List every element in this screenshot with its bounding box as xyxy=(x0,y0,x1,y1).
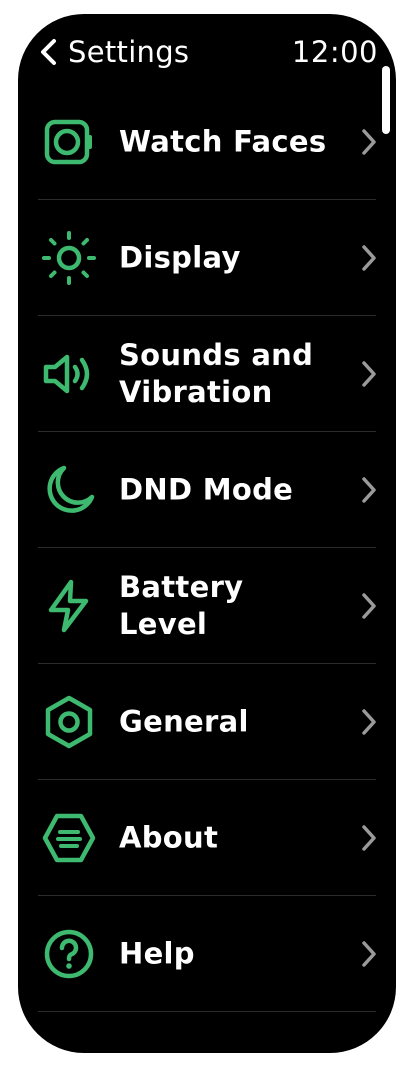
sun-icon xyxy=(42,231,96,285)
settings-item-about[interactable]: About xyxy=(18,780,396,896)
chevron-right-icon xyxy=(360,359,378,389)
settings-item-display[interactable]: Display xyxy=(18,200,396,316)
settings-item-label: Watch Faces xyxy=(119,124,327,159)
settings-item-sounds[interactable]: Sounds and Vibration xyxy=(18,316,396,432)
chevron-right-icon xyxy=(360,127,378,157)
settings-list: Watch Faces Display Sounds and Vibration… xyxy=(18,84,396,1012)
settings-item-battery[interactable]: Battery Level xyxy=(18,548,396,664)
speaker-icon xyxy=(42,347,96,401)
chevron-right-icon xyxy=(360,939,378,969)
chevron-right-icon xyxy=(360,243,378,273)
lightning-icon xyxy=(42,579,96,633)
settings-item-label: DND Mode xyxy=(119,472,294,507)
settings-item-label: General xyxy=(119,704,249,739)
clock: 12:00 xyxy=(291,35,378,69)
question-icon xyxy=(42,927,96,981)
settings-item-help[interactable]: Help xyxy=(18,896,396,1012)
settings-item-label: Help xyxy=(119,936,195,971)
settings-item-watch-faces[interactable]: Watch Faces xyxy=(18,84,396,200)
settings-item-general[interactable]: General xyxy=(18,664,396,780)
settings-item-dnd[interactable]: DND Mode xyxy=(18,432,396,548)
info-lines-icon xyxy=(42,811,96,865)
chevron-right-icon xyxy=(360,591,378,621)
settings-item-label: Sounds and Vibration xyxy=(119,338,314,409)
chevron-right-icon xyxy=(360,707,378,737)
chevron-right-icon xyxy=(360,475,378,505)
settings-item-label: Display xyxy=(119,240,241,275)
hexagon-gear-icon xyxy=(42,695,96,749)
header: Settings 12:00 xyxy=(18,14,396,94)
watch-screen: Settings 12:00 Watch Faces Display Sound… xyxy=(18,14,396,1053)
moon-icon xyxy=(42,463,96,517)
chevron-right-icon xyxy=(360,823,378,853)
back-label: Settings xyxy=(68,35,190,69)
watch-face-icon xyxy=(42,115,96,169)
back-button[interactable]: Settings xyxy=(38,32,189,72)
settings-item-label: About xyxy=(119,820,219,855)
chevron-left-icon xyxy=(41,39,56,65)
settings-item-label: Battery Level xyxy=(119,570,244,641)
